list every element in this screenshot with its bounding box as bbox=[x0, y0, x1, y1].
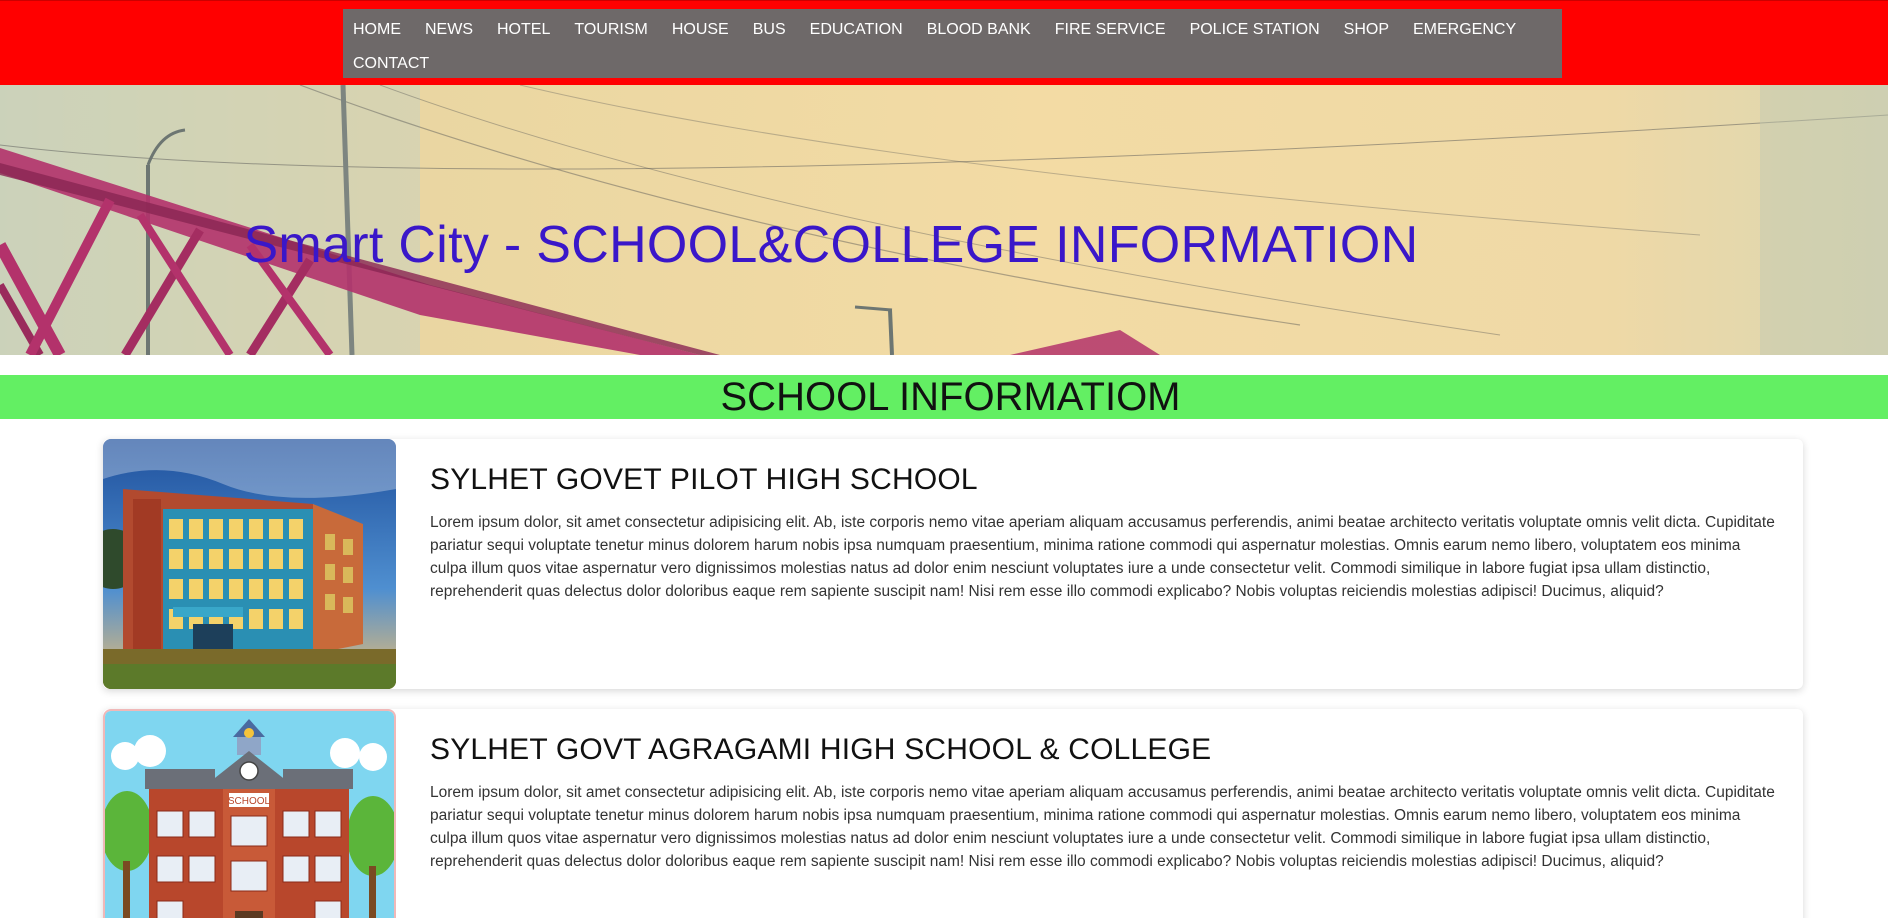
nav-link-shop[interactable]: SHOP bbox=[1344, 13, 1389, 47]
school-building-image bbox=[103, 439, 396, 689]
page-title: Smart City - SCHOOL&COLLEGE INFORMATION bbox=[243, 216, 1419, 274]
section-title: SCHOOL INFORMATIOM bbox=[720, 375, 1181, 419]
nav-link-home[interactable]: HOME bbox=[353, 13, 401, 47]
nav-link-contact[interactable]: CONTACT bbox=[353, 47, 429, 81]
card-body: SYLHET GOVET PILOT HIGH SCHOOL Lorem ips… bbox=[430, 463, 1780, 603]
school-sign: SCHOOL bbox=[228, 796, 271, 807]
card-body: SYLHET GOVT AGRAGAMI HIGH SCHOOL & COLLE… bbox=[430, 733, 1780, 873]
nav-link-police-station[interactable]: POLICE STATION bbox=[1190, 13, 1320, 47]
nav-item-news[interactable]: NEWS bbox=[425, 13, 473, 47]
nav-item-police-station[interactable]: POLICE STATION bbox=[1190, 13, 1320, 47]
top-bar: HOME NEWS HOTEL TOURISM HOUSE BUS EDUCAT… bbox=[0, 0, 1888, 85]
nav-item-fire-service[interactable]: FIRE SERVICE bbox=[1055, 13, 1166, 47]
nav-item-house[interactable]: HOUSE bbox=[672, 13, 729, 47]
nav-link-bus[interactable]: BUS bbox=[753, 13, 786, 47]
nav-link-news[interactable]: NEWS bbox=[425, 13, 473, 47]
nav-link-blood-bank[interactable]: BLOOD BANK bbox=[927, 13, 1031, 47]
nav-item-tourism[interactable]: TOURISM bbox=[574, 13, 647, 47]
nav-item-shop[interactable]: SHOP bbox=[1344, 13, 1389, 47]
nav-link-fire-service[interactable]: FIRE SERVICE bbox=[1055, 13, 1166, 47]
nav-link-house[interactable]: HOUSE bbox=[672, 13, 729, 47]
school-description: Lorem ipsum dolor, sit amet consectetur … bbox=[430, 784, 1775, 870]
school-card: SCHOOL SYLHET GOVT AGRAGAMI HIGH SCHOOL … bbox=[103, 709, 1803, 918]
school-cartoon-image: SCHOOL bbox=[103, 709, 396, 918]
nav-item-home[interactable]: HOME bbox=[353, 13, 401, 47]
main-nav: HOME NEWS HOTEL TOURISM HOUSE BUS EDUCAT… bbox=[343, 9, 1562, 78]
section-header: SCHOOL INFORMATIOM bbox=[0, 375, 1888, 419]
nav-link-education[interactable]: EDUCATION bbox=[810, 13, 903, 47]
school-title: SYLHET GOVT AGRAGAMI HIGH SCHOOL & COLLE… bbox=[430, 733, 1212, 766]
nav-link-emergency[interactable]: EMERGENCY bbox=[1413, 13, 1516, 47]
nav-item-blood-bank[interactable]: BLOOD BANK bbox=[927, 13, 1031, 47]
nav-item-emergency[interactable]: EMERGENCY bbox=[1413, 13, 1516, 47]
hero-banner: Smart City - SCHOOL&COLLEGE INFORMATION bbox=[0, 85, 1888, 355]
school-description: Lorem ipsum dolor, sit amet consectetur … bbox=[430, 514, 1775, 600]
school-title: SYLHET GOVET PILOT HIGH SCHOOL bbox=[430, 463, 978, 496]
nav-link-tourism[interactable]: TOURISM bbox=[574, 13, 647, 47]
nav-link-hotel[interactable]: HOTEL bbox=[497, 13, 550, 47]
nav-item-education[interactable]: EDUCATION bbox=[810, 13, 903, 47]
nav-item-bus[interactable]: BUS bbox=[753, 13, 786, 47]
nav-item-hotel[interactable]: HOTEL bbox=[497, 13, 550, 47]
nav-item-contact[interactable]: CONTACT bbox=[353, 47, 429, 81]
school-card: SYLHET GOVET PILOT HIGH SCHOOL Lorem ips… bbox=[103, 439, 1803, 689]
